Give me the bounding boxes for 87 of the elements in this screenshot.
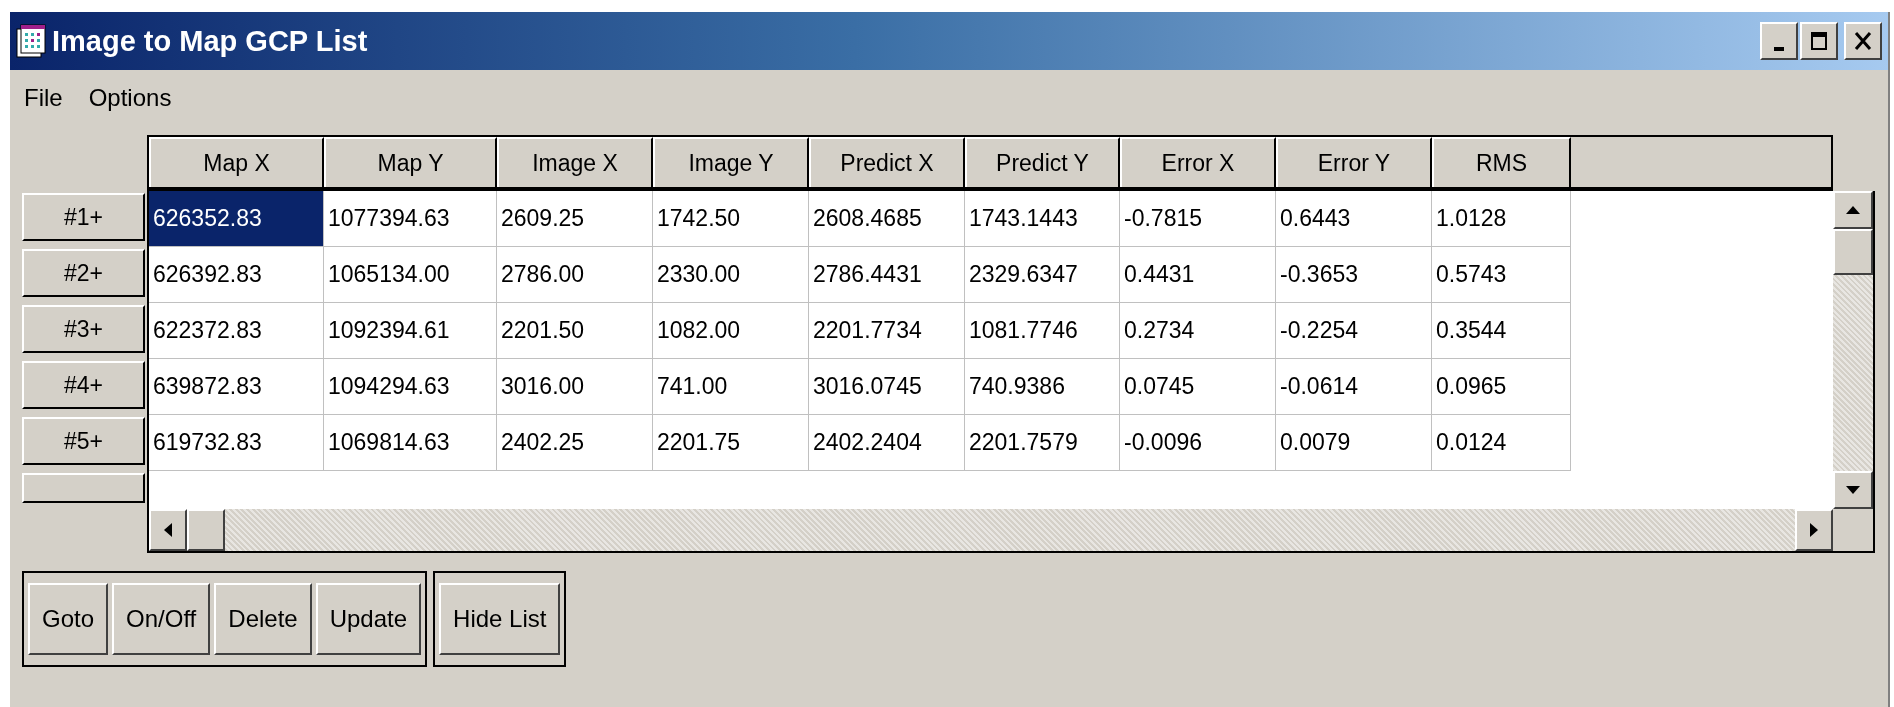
table-cell[interactable]: 2330.00: [653, 247, 809, 303]
action-button[interactable]: Delete: [214, 583, 312, 655]
row-header-button[interactable]: #2+: [22, 249, 145, 297]
minimize-icon: [1774, 47, 1784, 51]
table-cell[interactable]: 2201.7734: [809, 303, 965, 359]
table-cell[interactable]: 2329.6347: [965, 247, 1120, 303]
table-cell[interactable]: 0.0079: [1276, 415, 1432, 471]
vertical-scrollbar[interactable]: [1833, 191, 1873, 509]
row-header-button[interactable]: #1+: [22, 193, 145, 241]
table-cell[interactable]: 619732.83: [149, 415, 324, 471]
row-header-button[interactable]: #4+: [22, 361, 145, 409]
row-header-button[interactable]: #5+: [22, 417, 145, 465]
table-cell[interactable]: 1092394.61: [324, 303, 497, 359]
scroll-up-button[interactable]: [1833, 191, 1873, 229]
scrollbar-corner: [1833, 509, 1873, 551]
table-cell[interactable]: 3016.0745: [809, 359, 965, 415]
table-cell[interactable]: -0.0614: [1276, 359, 1432, 415]
table-cell[interactable]: 0.5743: [1432, 247, 1571, 303]
column-header[interactable]: Map Y: [324, 137, 497, 187]
menu-item[interactable]: Options: [88, 83, 172, 112]
table-cell[interactable]: -0.3653: [1276, 247, 1432, 303]
table-cell[interactable]: 1069814.63: [324, 415, 497, 471]
table-cell[interactable]: 3016.00: [497, 359, 653, 415]
window-title: Image to Map GCP List: [52, 24, 368, 58]
right-arrow-icon: [1810, 523, 1818, 537]
table-cell[interactable]: 622372.83: [149, 303, 324, 359]
table-cell[interactable]: 0.4431: [1120, 247, 1276, 303]
table-cell[interactable]: -0.2254: [1276, 303, 1432, 359]
maximize-icon: [1810, 31, 1828, 51]
menu-item[interactable]: File: [24, 83, 63, 112]
scroll-left-button[interactable]: [149, 509, 187, 551]
table-cell[interactable]: 2786.00: [497, 247, 653, 303]
scroll-thumb[interactable]: [1833, 229, 1873, 275]
table-cell[interactable]: 741.00: [653, 359, 809, 415]
column-header[interactable]: Map X: [149, 137, 324, 187]
table-cell[interactable]: 0.0965: [1432, 359, 1571, 415]
table-cell[interactable]: 1.0128: [1432, 191, 1571, 247]
action-button[interactable]: Goto: [28, 583, 109, 655]
column-header[interactable]: Predict X: [809, 137, 965, 187]
table-cell[interactable]: 0.2734: [1120, 303, 1276, 359]
table-cell[interactable]: 1082.00: [653, 303, 809, 359]
table-cell[interactable]: 2201.75: [653, 415, 809, 471]
table-cell[interactable]: 1094294.63: [324, 359, 497, 415]
maximize-button[interactable]: [1800, 22, 1838, 60]
table-cell[interactable]: 1742.50: [653, 191, 809, 247]
table-cell[interactable]: 639872.83: [149, 359, 324, 415]
table-cell[interactable]: 2402.2404: [809, 415, 965, 471]
action-button[interactable]: Hide List: [439, 583, 561, 655]
table-cell[interactable]: 1081.7746: [965, 303, 1120, 359]
table-cell[interactable]: 2786.4431: [809, 247, 965, 303]
column-header[interactable]: Error Y: [1276, 137, 1432, 187]
table-cell[interactable]: 2201.50: [497, 303, 653, 359]
column-header[interactable]: Predict Y: [965, 137, 1120, 187]
minimize-button[interactable]: [1760, 22, 1798, 60]
table-cell[interactable]: -0.0096: [1120, 415, 1276, 471]
table-cell[interactable]: 626392.83: [149, 247, 324, 303]
table-cell[interactable]: 2609.25: [497, 191, 653, 247]
table-cell[interactable]: 2402.25: [497, 415, 653, 471]
scroll-thumb[interactable]: [187, 509, 225, 551]
table-cell[interactable]: 2608.4685: [809, 191, 965, 247]
column-header[interactable]: Image X: [497, 137, 653, 187]
action-button[interactable]: Update: [315, 583, 422, 655]
table-cell[interactable]: 0.3544: [1432, 303, 1571, 359]
table-cell[interactable]: -0.7815: [1120, 191, 1276, 247]
table-cell[interactable]: 2201.7579: [965, 415, 1120, 471]
scroll-right-button[interactable]: [1795, 509, 1833, 551]
scroll-down-button[interactable]: [1833, 471, 1873, 509]
column-header[interactable]: Image Y: [653, 137, 809, 187]
table-cell[interactable]: 1077394.63: [324, 191, 497, 247]
row-header-button[interactable]: #3+: [22, 305, 145, 353]
column-header[interactable]: Error X: [1120, 137, 1276, 187]
column-header[interactable]: RMS: [1432, 137, 1571, 187]
table-cell[interactable]: 0.6443: [1276, 191, 1432, 247]
table-cell[interactable]: 0.0745: [1120, 359, 1276, 415]
table-cell[interactable]: 1743.1443: [965, 191, 1120, 247]
horizontal-scrollbar[interactable]: [149, 509, 1873, 551]
close-button[interactable]: [1844, 22, 1882, 60]
up-arrow-icon: [1846, 206, 1860, 214]
down-arrow-icon: [1846, 486, 1860, 494]
left-arrow-icon: [164, 523, 172, 537]
table-cell[interactable]: 740.9386: [965, 359, 1120, 415]
table-cell[interactable]: 0.0124: [1432, 415, 1571, 471]
table-cell[interactable]: 1065134.00: [324, 247, 497, 303]
close-icon: [1854, 31, 1872, 51]
app-icon: [16, 24, 46, 58]
action-button[interactable]: On/Off: [112, 583, 211, 655]
table-cell[interactable]: 626352.83: [149, 191, 324, 247]
